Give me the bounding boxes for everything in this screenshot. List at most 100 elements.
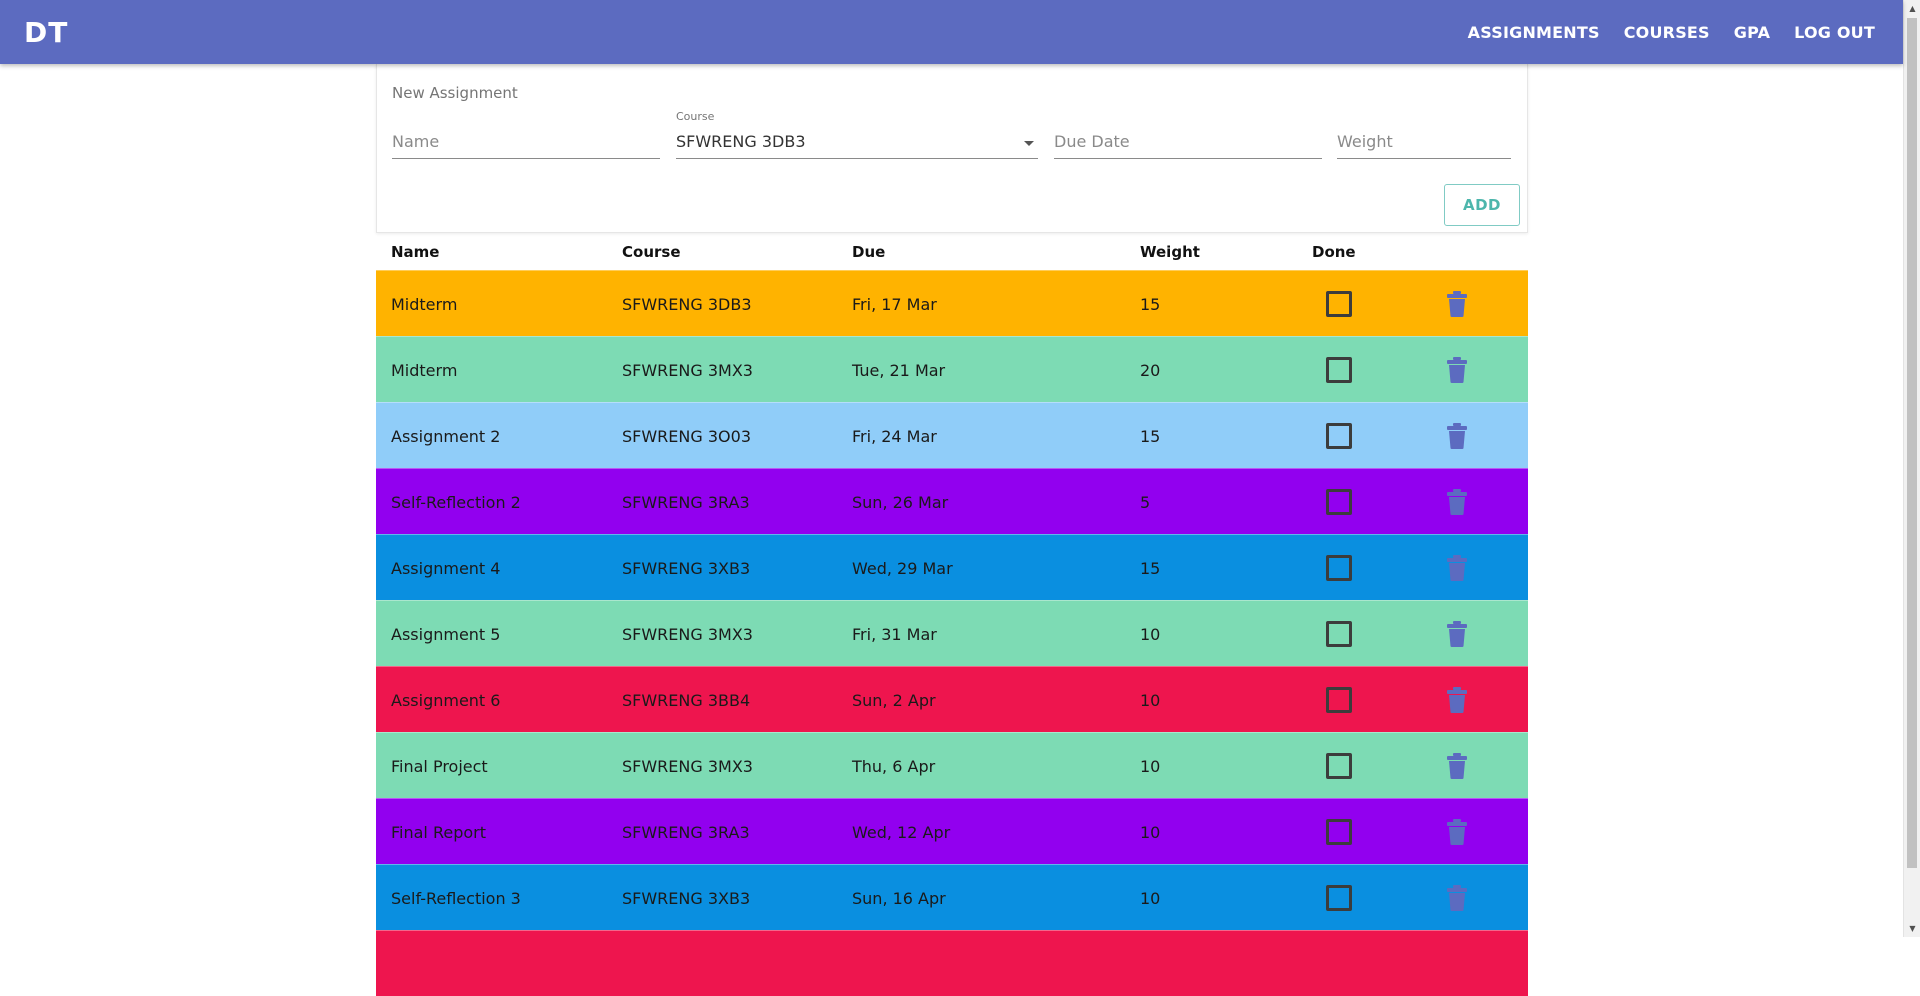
- delete-cell: [1447, 337, 1467, 403]
- done-checkbox[interactable]: [1326, 489, 1352, 515]
- row-due: Thu, 6 Apr: [852, 756, 936, 776]
- nav-logout[interactable]: LOG OUT: [1786, 15, 1883, 50]
- table-header: Name Course Due Weight Done: [376, 233, 1528, 270]
- nav-assignments[interactable]: ASSIGNMENTS: [1460, 15, 1608, 50]
- done-checkbox[interactable]: [1326, 423, 1352, 449]
- scroll-up-icon[interactable]: ▲: [1904, 0, 1920, 17]
- trash-icon[interactable]: [1447, 753, 1467, 779]
- done-checkbox[interactable]: [1326, 291, 1352, 317]
- done-checkbox[interactable]: [1326, 753, 1352, 779]
- page-scrollbar[interactable]: ▲ ▼: [1903, 0, 1920, 937]
- row-due: Tue, 21 Mar: [852, 360, 946, 380]
- course-value: SFWRENG 3DB3: [676, 132, 806, 151]
- row-weight: 10: [1140, 624, 1161, 644]
- done-cell: [1326, 403, 1352, 469]
- row-course: SFWRENG 3MX3: [622, 756, 753, 776]
- row-due: Sun, 16 Apr: [852, 888, 946, 908]
- name-field[interactable]: Name: [392, 110, 660, 159]
- done-checkbox[interactable]: [1326, 357, 1352, 383]
- scroll-thumb[interactable]: [1907, 18, 1917, 868]
- delete-cell: [1447, 601, 1467, 667]
- row-due: Fri, 17 Mar: [852, 294, 937, 314]
- trash-icon[interactable]: [1447, 555, 1467, 581]
- done-checkbox[interactable]: [1326, 687, 1352, 713]
- trash-icon[interactable]: [1447, 489, 1467, 515]
- delete-cell: [1447, 535, 1467, 601]
- row-due: Wed, 29 Mar: [852, 558, 953, 578]
- header-course: Course: [622, 243, 681, 261]
- row-due: Fri, 31 Mar: [852, 624, 937, 644]
- app-logo[interactable]: DT: [24, 16, 68, 49]
- trash-icon[interactable]: [1447, 885, 1467, 911]
- row-name: Final Report: [391, 822, 486, 842]
- row-course: SFWRENG 3RA3: [622, 822, 750, 842]
- delete-cell: [1447, 733, 1467, 799]
- done-cell: [1326, 865, 1352, 931]
- row-course: SFWRENG 3RA3: [622, 492, 750, 512]
- row-weight: 15: [1140, 426, 1161, 446]
- course-select[interactable]: Course SFWRENG 3DB3: [676, 110, 1038, 159]
- row-name: Self-Reflection 3: [391, 888, 521, 908]
- done-checkbox[interactable]: [1326, 885, 1352, 911]
- table-row: Final Report SFWRENG 3RA3 Wed, 12 Apr 10: [376, 798, 1528, 864]
- trash-icon[interactable]: [1447, 291, 1467, 317]
- delete-cell: [1447, 667, 1467, 733]
- nav-gpa[interactable]: GPA: [1726, 15, 1778, 50]
- weight-field[interactable]: Weight: [1337, 110, 1511, 159]
- row-course: SFWRENG 3XB3: [622, 888, 751, 908]
- name-placeholder: Name: [392, 132, 440, 151]
- row-course: SFWRENG 3MX3: [622, 360, 753, 380]
- delete-cell: [1447, 403, 1467, 469]
- scroll-down-icon[interactable]: ▼: [1904, 920, 1920, 937]
- table-row: Final Project SFWRENG 3MX3 Thu, 6 Apr 10: [376, 732, 1528, 798]
- row-course: SFWRENG 3BB4: [622, 690, 751, 710]
- delete-cell: [1447, 865, 1467, 931]
- row-course: SFWRENG 3XB3: [622, 558, 751, 578]
- row-due: Sun, 26 Mar: [852, 492, 949, 512]
- row-weight: 15: [1140, 558, 1161, 578]
- add-button[interactable]: ADD: [1444, 184, 1520, 226]
- done-checkbox[interactable]: [1326, 621, 1352, 647]
- done-cell: [1326, 535, 1352, 601]
- table-body: Midterm SFWRENG 3DB3 Fri, 17 Mar 15 Midterm S…: [376, 270, 1528, 996]
- row-name: Assignment 2: [391, 426, 501, 446]
- chevron-down-icon: [1024, 141, 1034, 146]
- table-row: Assignment 5 SFWRENG 3MX3 Fri, 31 Mar 10: [376, 600, 1528, 666]
- header-name: Name: [391, 243, 440, 261]
- done-cell: [1326, 601, 1352, 667]
- nav-courses[interactable]: COURSES: [1616, 15, 1718, 50]
- row-weight: 10: [1140, 888, 1161, 908]
- due-date-field[interactable]: Due Date: [1054, 110, 1322, 159]
- row-name: Assignment 6: [391, 690, 501, 710]
- table-row: Self-Reflection 3 SFWRENG 3XB3 Sun, 16 Apr…: [376, 864, 1528, 930]
- table-row: Midterm SFWRENG 3MX3 Tue, 21 Mar 20: [376, 336, 1528, 402]
- row-weight: 20: [1140, 360, 1161, 380]
- delete-cell: [1447, 469, 1467, 535]
- row-course: SFWRENG 3O03: [622, 426, 751, 446]
- trash-icon[interactable]: [1447, 819, 1467, 845]
- course-label: Course: [676, 110, 715, 123]
- done-checkbox[interactable]: [1326, 819, 1352, 845]
- weight-placeholder: Weight: [1337, 132, 1393, 151]
- header-due: Due: [852, 243, 886, 261]
- trash-icon[interactable]: [1447, 357, 1467, 383]
- row-name: Assignment 5: [391, 624, 501, 644]
- delete-cell: [1447, 799, 1467, 865]
- done-checkbox[interactable]: [1326, 555, 1352, 581]
- row-name: Assignment 4: [391, 558, 501, 578]
- header-done: Done: [1312, 243, 1356, 261]
- trash-icon[interactable]: [1447, 621, 1467, 647]
- row-weight: 15: [1140, 294, 1161, 314]
- row-course: SFWRENG 3DB3: [622, 294, 752, 314]
- table-row: [376, 930, 1528, 996]
- row-due: Sun, 2 Apr: [852, 690, 936, 710]
- trash-icon[interactable]: [1447, 423, 1467, 449]
- trash-icon[interactable]: [1447, 687, 1467, 713]
- due-date-placeholder: Due Date: [1054, 132, 1130, 151]
- table-row: Midterm SFWRENG 3DB3 Fri, 17 Mar 15: [376, 270, 1528, 336]
- done-cell: [1326, 337, 1352, 403]
- row-weight: 5: [1140, 492, 1151, 512]
- main-nav: ASSIGNMENTS COURSES GPA LOG OUT: [1452, 15, 1883, 50]
- done-cell: [1326, 667, 1352, 733]
- table-row: Assignment 4 SFWRENG 3XB3 Wed, 29 Mar 15: [376, 534, 1528, 600]
